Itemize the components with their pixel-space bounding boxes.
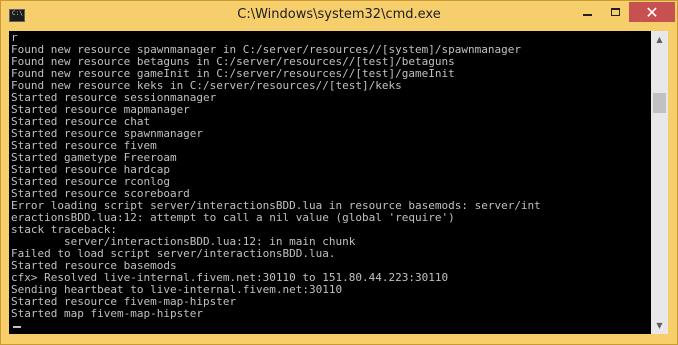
scroll-down-arrow-icon[interactable]: ▼: [651, 317, 668, 334]
cmd-window: C:\ C:\Windows\system32\cmd.exe ✕ r Found…: [0, 0, 678, 345]
close-button[interactable]: ✕: [629, 2, 675, 22]
window-bottom-border: [1, 334, 677, 344]
console-line: Started map fivem-map-hipster: [11, 307, 204, 320]
scrollbar-thumb[interactable]: [653, 93, 666, 113]
text-cursor: [13, 326, 21, 328]
console-text: r Found new resource spawnmanager in C:/s…: [11, 32, 541, 320]
minimize-button[interactable]: [573, 2, 601, 22]
maximize-icon: [611, 8, 620, 16]
scroll-up-arrow-icon[interactable]: ▲: [651, 31, 668, 48]
title-bar[interactable]: C:\ C:\Windows\system32\cmd.exe ✕: [1, 1, 677, 31]
minimize-icon: [582, 14, 592, 16]
vertical-scrollbar[interactable]: ▲ ▼: [651, 31, 668, 334]
maximize-button[interactable]: [602, 2, 629, 22]
console-output[interactable]: r Found new resource spawnmanager in C:/s…: [9, 31, 651, 334]
close-icon: ✕: [645, 2, 659, 22]
